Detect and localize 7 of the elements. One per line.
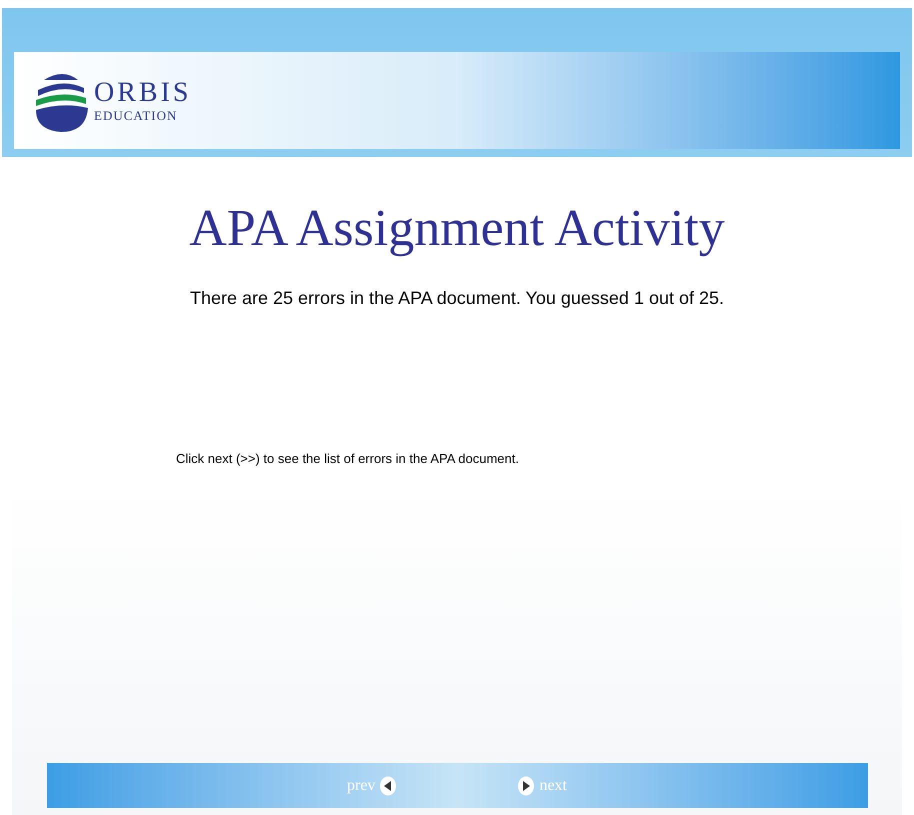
logo-name: ORBIS (94, 79, 192, 107)
result-text: There are 25 errors in the APA document. You guessed 1 out of 25. (190, 287, 724, 310)
next-button[interactable]: next (517, 774, 567, 798)
prev-button[interactable]: prev (347, 774, 398, 798)
logo-tagline: EDUCATION (94, 109, 178, 122)
page-title: APA Assignment Activity (189, 203, 725, 255)
instruction-text: Click next (>>) to see the list of errors in the APA document. (176, 450, 519, 468)
